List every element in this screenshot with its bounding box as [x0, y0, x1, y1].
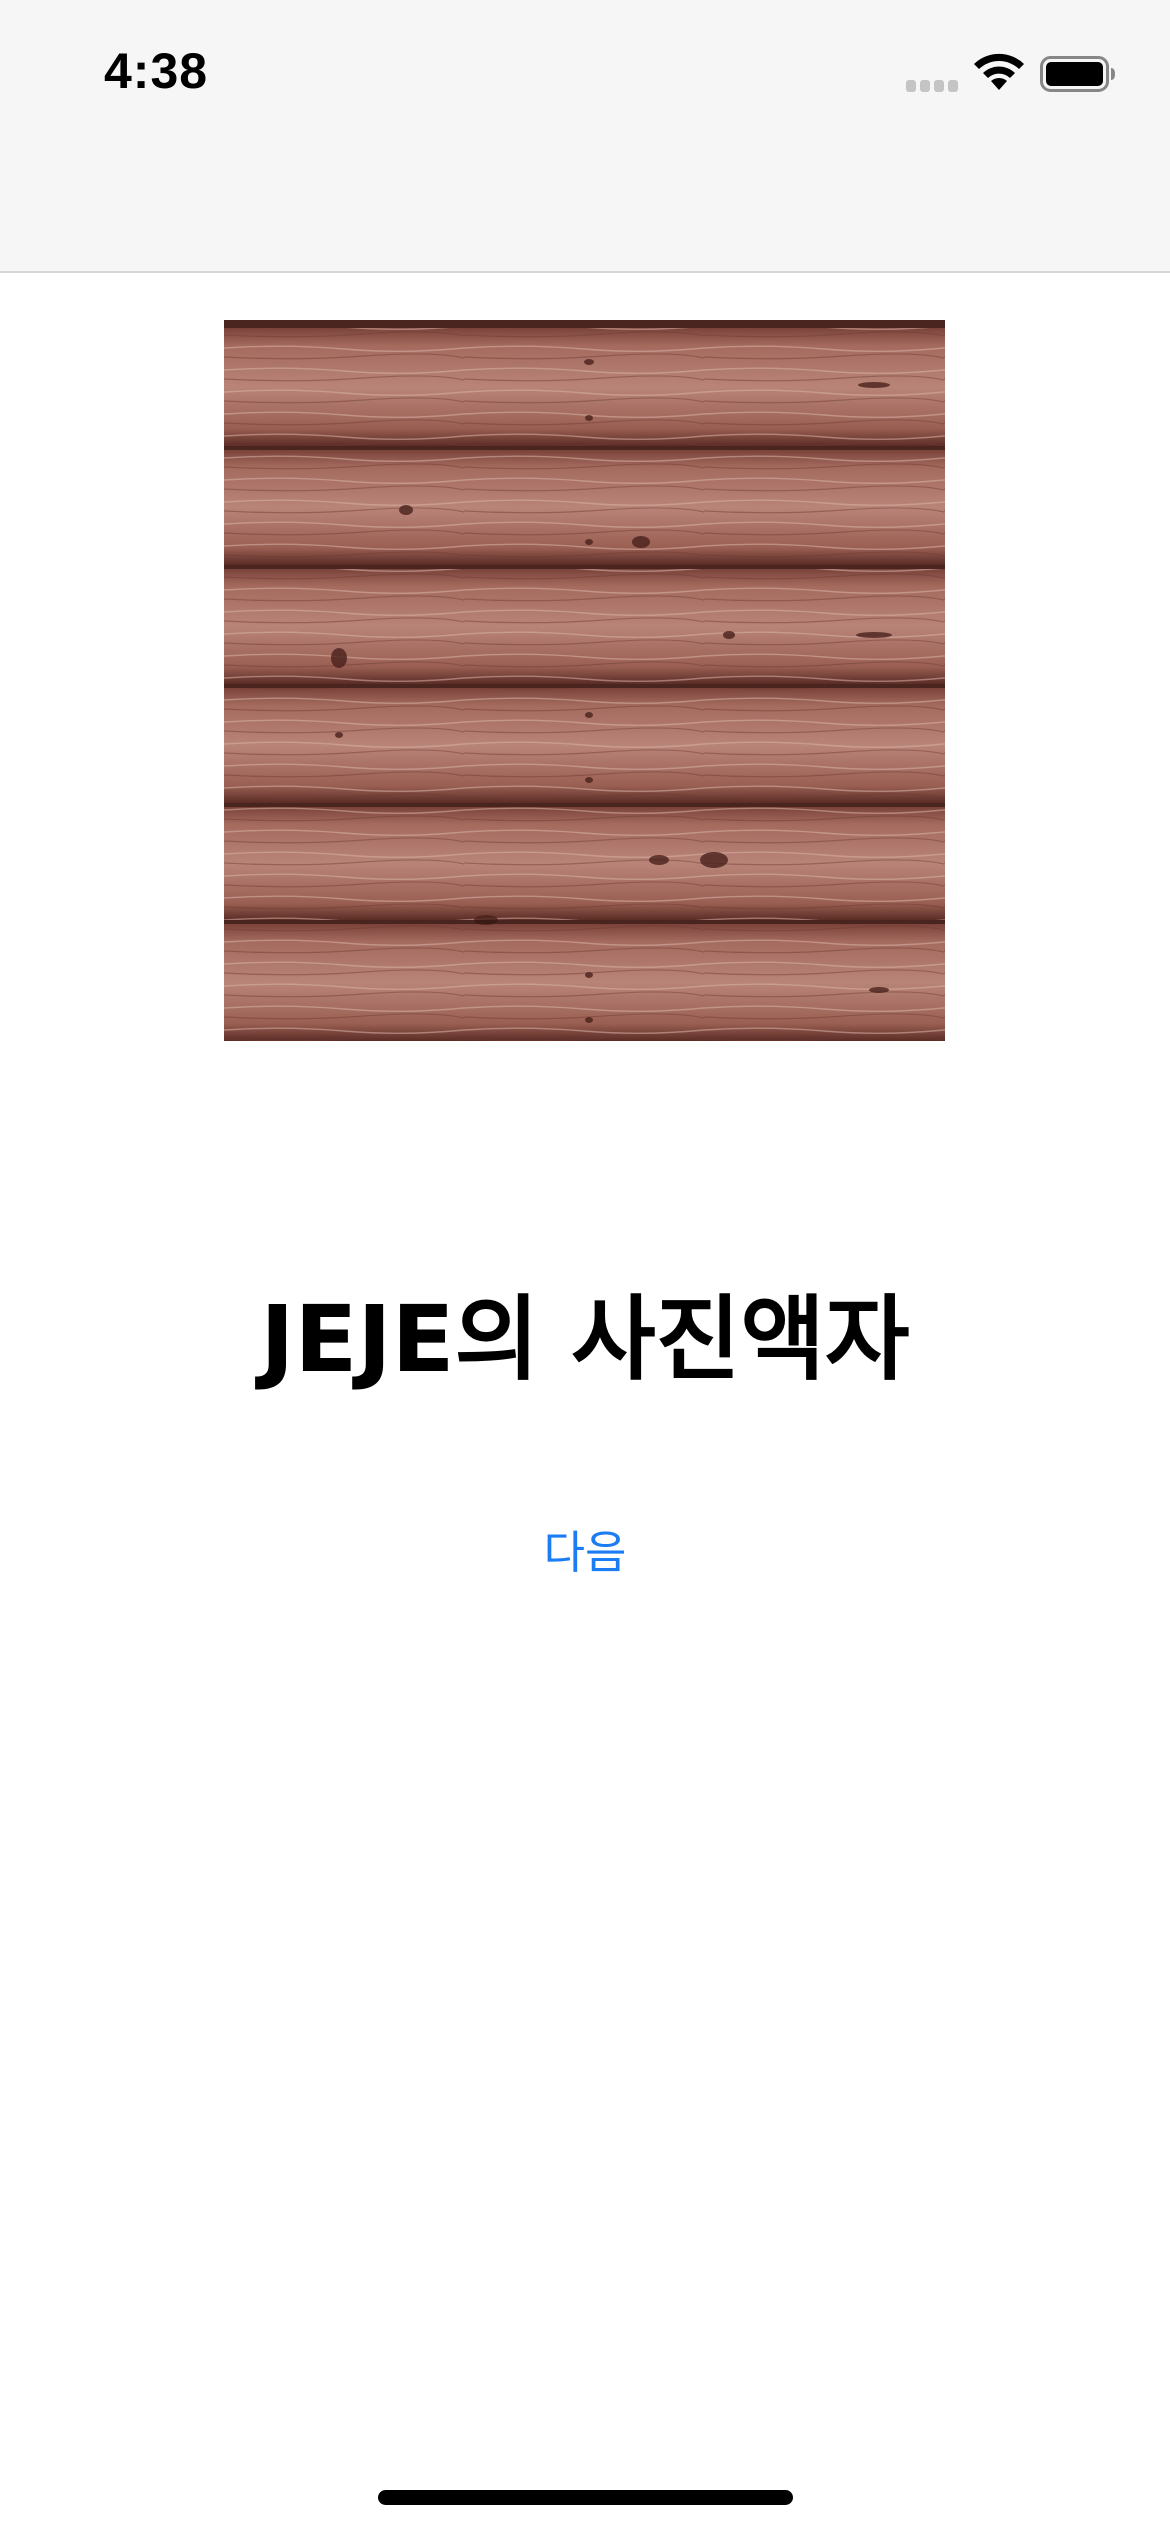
plank-3: [224, 569, 945, 684]
wood-plank-photo: [224, 320, 945, 1041]
plank-5: [224, 807, 945, 920]
status-time: 4:38: [104, 43, 209, 99]
navigation-bar: 4:38: [0, 0, 1170, 273]
plank-1: [224, 328, 945, 446]
plank-6: [224, 924, 945, 1041]
battery-icon: [1040, 56, 1115, 92]
next-button[interactable]: 다음: [485, 1508, 685, 1588]
page-title: JEJE의 사진액자: [260, 1286, 910, 1393]
plank-2: [224, 450, 945, 565]
cellular-signal-icon: [906, 80, 958, 92]
photo-image: [224, 320, 945, 1041]
plank-4: [224, 688, 945, 803]
wifi-icon: [974, 53, 1024, 90]
home-indicator[interactable]: [378, 2490, 793, 2505]
